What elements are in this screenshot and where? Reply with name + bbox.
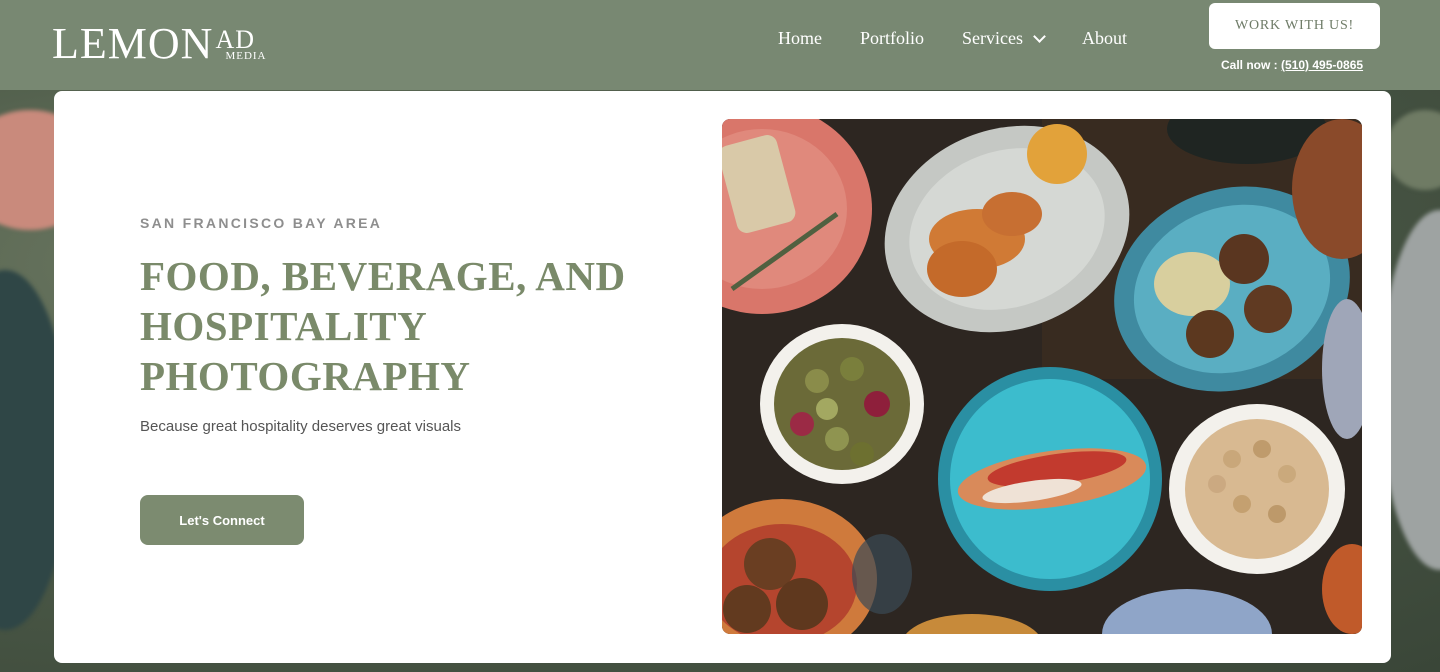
hero-headline: FOOD, BEVERAGE, AND HOSPITALITY PHOTOGRA… [140,253,626,399]
site-header: LEMON AD MEDIA Home Portfolio Services A… [0,0,1440,90]
location-eyebrow: SAN FRANCISCO BAY AREA [140,215,383,231]
site-logo[interactable]: LEMON AD MEDIA [52,16,267,66]
hero-tagline: Because great hospitality deserves great… [140,418,462,435]
work-with-us-button[interactable]: WORK WITH US! [1209,3,1380,49]
logo-media: MEDIA [225,50,267,62]
chevron-down-icon [1033,29,1046,43]
nav-portfolio[interactable]: Portfolio [860,28,924,49]
logo-wordmark: LEMON [52,19,214,68]
nav-home[interactable]: Home [778,28,822,49]
hero-card: SAN FRANCISCO BAY AREA FOOD, BEVERAGE, A… [54,91,1391,663]
nav-services[interactable]: Services [962,28,1046,49]
food-photo [722,119,1362,634]
main-nav: Home Portfolio Services About [778,28,1127,49]
phone-link[interactable]: (510) 495-0865 [1281,58,1363,72]
nav-about[interactable]: About [1082,28,1127,49]
lets-connect-button[interactable]: Let's Connect [140,495,304,545]
call-now: Call now : (510) 495-0865 [1221,58,1364,72]
logo-ad: AD [215,25,255,54]
